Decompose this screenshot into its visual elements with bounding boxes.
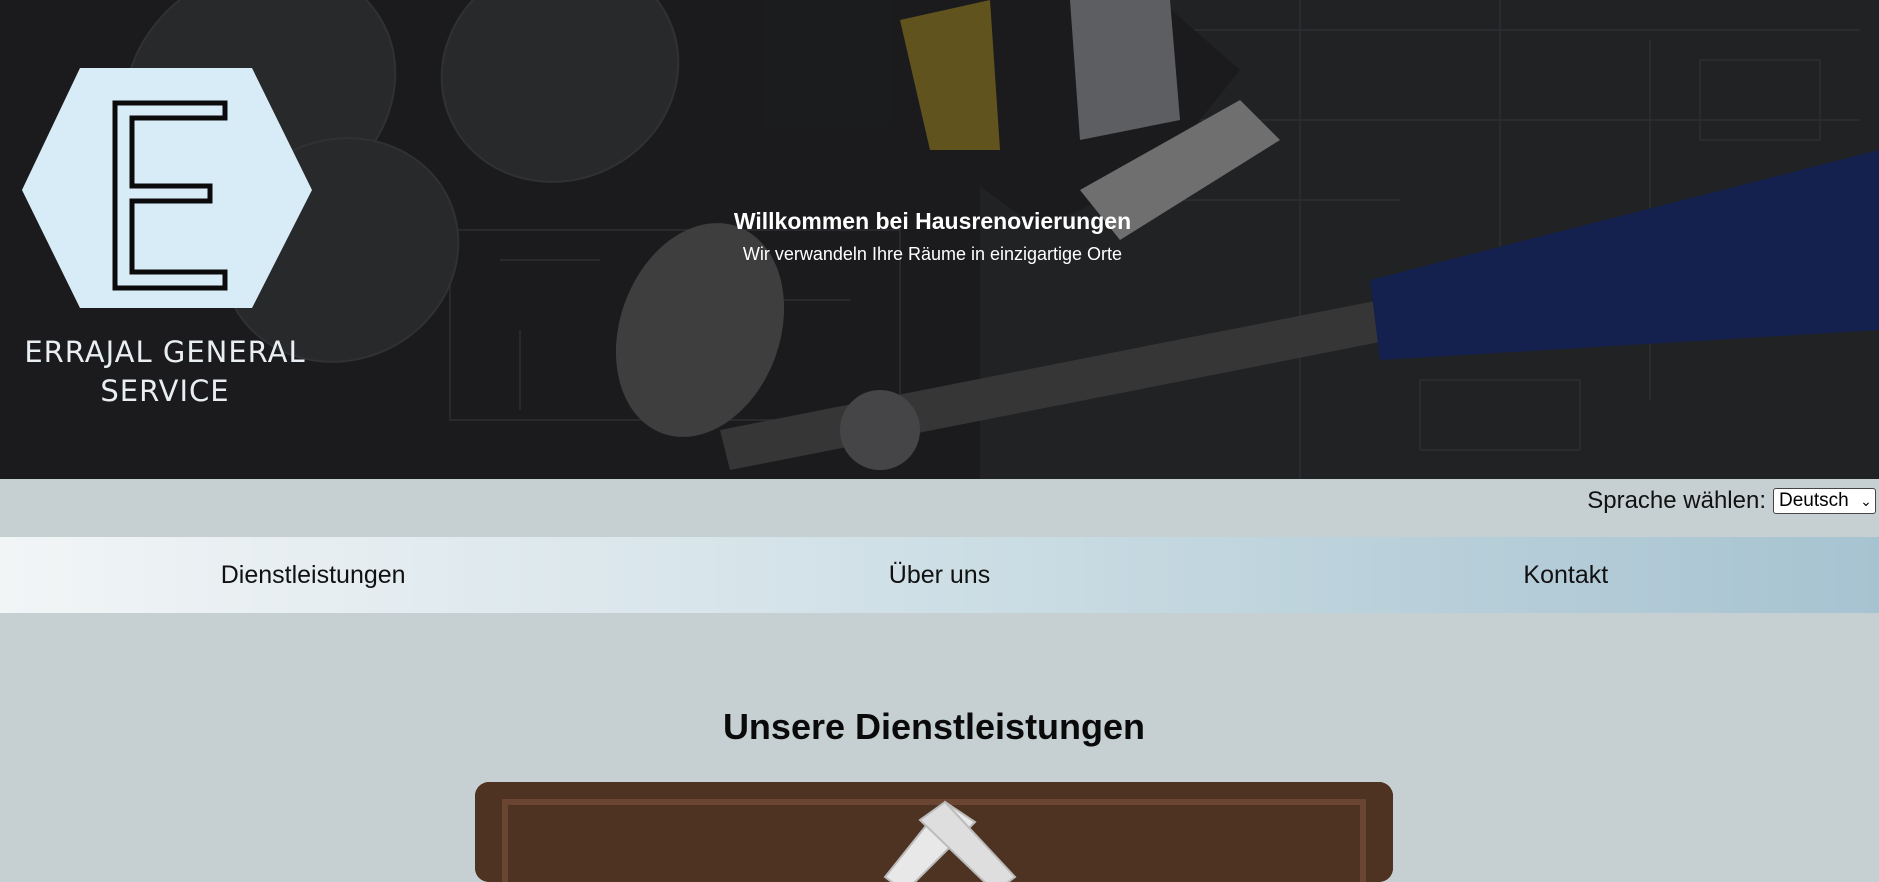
service-image: [475, 782, 1393, 882]
hero-subtitle: Wir verwandeln Ihre Räume in einzigartig…: [742, 244, 1123, 264]
nav-item-contact[interactable]: Kontakt: [1253, 537, 1879, 613]
ruler-house-image: [475, 782, 1393, 882]
language-bar: Sprache wählen: Deutsch ⌄: [0, 479, 1879, 537]
chevron-down-icon: ⌄: [1860, 492, 1872, 509]
hexagon-logo-icon: [22, 68, 312, 308]
hero-banner: ERRAJAL GENERAL SERVICE Willkommen bei H…: [0, 0, 1879, 479]
logo-line-1: ERRAJAL GENERAL: [24, 335, 306, 369]
services-heading: Unsere Dienstleistungen: [722, 706, 1146, 747]
logo-line-2: SERVICE: [100, 374, 230, 408]
language-select[interactable]: Deutsch ⌄: [1773, 488, 1876, 514]
hero-title: Willkommen bei Hausrenovierungen: [733, 208, 1132, 234]
nav-item-services[interactable]: Dienstleistungen: [0, 537, 626, 613]
nav-item-about[interactable]: Über uns: [626, 537, 1252, 613]
language-selected-value: Deutsch: [1779, 490, 1849, 511]
main-navigation: Dienstleistungen Über uns Kontakt: [0, 537, 1879, 613]
logo-company-name: ERRAJAL GENERAL SERVICE: [20, 333, 310, 411]
company-logo[interactable]: ERRAJAL GENERAL SERVICE: [20, 68, 315, 418]
language-label: Sprache wählen:: [1587, 487, 1766, 514]
